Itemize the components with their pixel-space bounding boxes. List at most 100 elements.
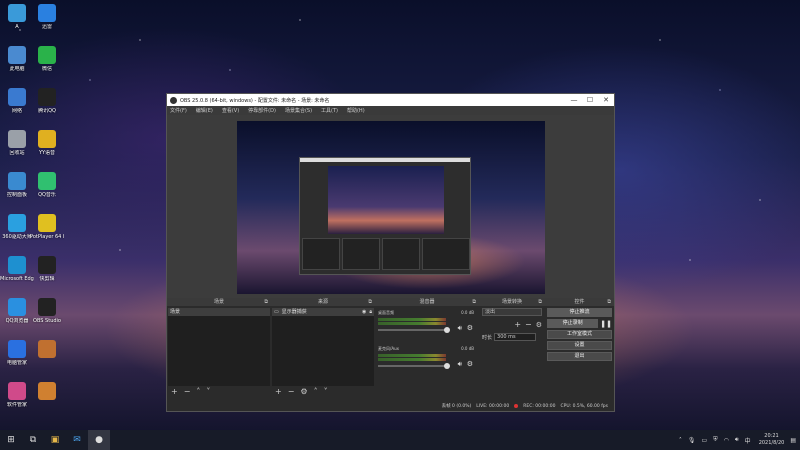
volume-meter — [378, 322, 446, 325]
scenes-list[interactable]: 场景 — [168, 308, 270, 386]
gear-icon[interactable]: ⚙ — [467, 360, 473, 368]
mixer-track: 麦克风/Aux 0.0 dB 🔊︎ ⚙ — [378, 346, 476, 380]
gear-icon[interactable]: ⚙ — [536, 321, 542, 329]
menu-tools[interactable]: 工具(T) — [321, 107, 338, 114]
desktop-icon[interactable] — [30, 340, 64, 360]
menu-bar: 文件(F) 编辑(E) 查看(V) 停靠部件(D) 场景集合(S) 工具(T) … — [167, 106, 614, 115]
gear-icon[interactable]: ⚙ — [300, 388, 307, 396]
close-button[interactable]: ✕ — [598, 96, 614, 104]
desktop-icon[interactable]: 微信 — [30, 46, 64, 72]
add-icon[interactable]: + — [514, 320, 521, 329]
desktop-icon-label: 软件管家 — [6, 402, 27, 408]
remove-icon[interactable]: − — [525, 320, 532, 329]
lock-icon[interactable]: 🔒︎ — [369, 308, 372, 316]
visibility-eye-icon[interactable]: ◉ — [362, 308, 366, 316]
nested-obs-window — [299, 157, 471, 275]
move-down-icon[interactable]: ˅ — [206, 388, 210, 396]
stop-recording-button[interactable]: 停止录制 — [547, 319, 599, 328]
transition-type-select[interactable]: 淡出 — [482, 308, 542, 316]
desktop-icon[interactable]: 腾讯QQ — [30, 88, 64, 114]
docks-area: 场景 ⧉ 场景 + − ˄ ˅ 来源 ⧉ ▭ 显示器捕获 ◉ 🔒︎ + − ⚙ … — [167, 298, 614, 398]
pause-icon[interactable]: ❚❚ — [600, 320, 612, 328]
list-item[interactable]: ▭ 显示器捕获 ◉ 🔒︎ — [272, 308, 374, 316]
obs-titlebar[interactable]: OBS 25.0.8 (64-bit, windows) - 配置文件: 未命名… — [167, 94, 614, 106]
desktop-icon[interactable]: 快剪辑 — [30, 256, 64, 282]
desktop-icon[interactable]: A — [0, 4, 34, 30]
app-icon — [38, 130, 56, 148]
volume-slider-knob[interactable] — [444, 327, 450, 333]
menu-file[interactable]: 文件(F) — [170, 107, 187, 114]
desktop-icon[interactable]: 此电脑 — [0, 46, 34, 72]
move-down-icon[interactable]: ˅ — [324, 388, 328, 396]
desktop-icon[interactable]: 回收站 — [0, 130, 34, 156]
move-up-icon[interactable]: ˄ — [196, 388, 200, 396]
stop-streaming-button[interactable]: 停止推流 — [547, 308, 612, 317]
desktop-icon[interactable]: 360驱动大师 — [0, 214, 34, 240]
menu-help[interactable]: 帮助(H) — [347, 107, 365, 114]
volume-slider[interactable] — [378, 329, 446, 331]
remove-icon[interactable]: − — [288, 388, 295, 396]
desktop-icon[interactable]: QQ音乐 — [30, 172, 64, 198]
undock-icon[interactable]: ⧉ — [607, 298, 611, 306]
desktop-icon[interactable]: QQ浏览器 — [0, 298, 34, 324]
settings-button[interactable]: 设置 — [547, 341, 612, 350]
task-view-icon[interactable]: ⧉ — [22, 430, 44, 450]
maximize-button[interactable]: ☐ — [582, 96, 598, 104]
duration-input[interactable]: 300 ms — [494, 333, 537, 341]
preview-area — [167, 115, 614, 298]
app-icon — [8, 214, 26, 232]
list-item[interactable]: 场景 — [168, 308, 270, 316]
obs-taskbar-icon[interactable]: ● — [88, 430, 110, 450]
studio-mode-button[interactable]: 工作室模式 — [547, 330, 612, 339]
minimize-button[interactable]: — — [566, 96, 582, 104]
desktop-icon[interactable] — [30, 382, 64, 402]
microphone-icon[interactable]: 🎙︎ — [688, 437, 696, 444]
undock-icon[interactable]: ⧉ — [368, 298, 372, 306]
ime-icon[interactable]: 中 — [745, 436, 751, 445]
sources-list[interactable]: ▭ 显示器捕获 ◉ 🔒︎ — [272, 308, 374, 386]
undock-icon[interactable]: ⧉ — [472, 298, 476, 306]
app-icon — [8, 382, 26, 400]
desktop-icon[interactable]: 迅雷 — [30, 4, 64, 30]
add-icon[interactable]: + — [275, 388, 282, 396]
desktop-icon[interactable]: 软件管家 — [0, 382, 34, 408]
gear-icon[interactable]: ⚙ — [467, 324, 473, 332]
chevron-up-icon[interactable]: ˄ — [679, 437, 682, 444]
desktop-icon[interactable]: YY语音 — [30, 130, 64, 156]
obs-window[interactable]: OBS 25.0.8 (64-bit, windows) - 配置文件: 未命名… — [166, 93, 615, 412]
desktop-icon[interactable]: 控制面板 — [0, 172, 34, 198]
remove-icon[interactable]: − — [184, 388, 191, 396]
app-icon — [38, 46, 56, 64]
preview-canvas[interactable] — [237, 121, 545, 294]
move-up-icon[interactable]: ˄ — [314, 388, 318, 396]
menu-scene-collection[interactable]: 场景集合(S) — [285, 107, 312, 114]
speaker-icon[interactable]: 🔊︎ — [458, 360, 462, 369]
wifi-icon[interactable]: ◠ — [724, 437, 729, 444]
speaker-icon[interactable]: 🔊︎ — [458, 324, 462, 333]
volume-slider-knob[interactable] — [444, 363, 450, 369]
desktop-icon[interactable]: 电脑管家 — [0, 340, 34, 366]
transitions-dock-title: 场景转换 — [501, 299, 522, 305]
network-icon[interactable]: ▭ — [701, 437, 707, 444]
obs-app-icon — [170, 96, 177, 104]
mail-icon[interactable]: ✉ — [66, 430, 88, 450]
menu-view[interactable]: 查看(V) — [222, 107, 239, 114]
volume-slider[interactable] — [378, 365, 446, 367]
volume-icon[interactable]: 🔊︎ — [735, 436, 739, 444]
start-windows-icon[interactable]: ⊞ — [0, 430, 22, 450]
desktop-icon[interactable]: Microsoft Edge — [0, 256, 34, 282]
clock[interactable]: 20:21 2021/8/20 — [759, 433, 785, 447]
desktop-icon[interactable]: OBS Studio — [30, 298, 64, 324]
exit-button[interactable]: 退出 — [547, 352, 612, 361]
store-icon[interactable]: ▣ — [44, 430, 66, 450]
desktop-icon[interactable]: 网络 — [0, 88, 34, 114]
desktop-icon[interactable]: PotPlayer 64 bit — [30, 214, 64, 240]
shield-icon[interactable]: ⛨ — [713, 436, 718, 444]
add-icon[interactable]: + — [171, 388, 178, 396]
undock-icon[interactable]: ⧉ — [264, 298, 268, 306]
notification-icon[interactable]: ▤ — [790, 437, 796, 444]
duration-label: 时长 — [482, 334, 493, 341]
undock-icon[interactable]: ⧉ — [538, 298, 542, 306]
menu-edit[interactable]: 编辑(E) — [196, 107, 213, 114]
menu-docks[interactable]: 停靠部件(D) — [248, 107, 276, 114]
